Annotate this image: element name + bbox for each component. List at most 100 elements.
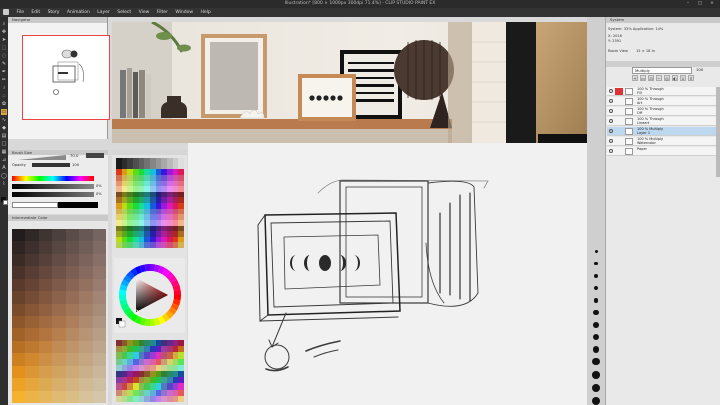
airbrush-tool-icon[interactable]: ∴: [1, 93, 7, 99]
color-swatch[interactable]: [25, 278, 39, 292]
sub-color-bar[interactable]: [58, 202, 98, 208]
system-tab[interactable]: System: [606, 17, 720, 23]
color-swatch[interactable]: [92, 278, 106, 292]
eye-icon[interactable]: [609, 139, 613, 143]
color-swatch[interactable]: [178, 242, 184, 248]
color-swatch[interactable]: [52, 229, 66, 242]
clip-icon[interactable]: ⌐: [656, 75, 662, 81]
color-swatch[interactable]: [38, 291, 53, 304]
layer-row[interactable]: 100 % Through Fill: [607, 87, 720, 96]
color-swatch[interactable]: [25, 291, 39, 304]
color-swatch[interactable]: [79, 353, 93, 366]
color-swatch[interactable]: [12, 365, 26, 379]
brush-size-preset[interactable]: [591, 397, 601, 405]
green-slider[interactable]: [12, 192, 94, 197]
eye-icon[interactable]: [609, 89, 613, 93]
brush-size-preset[interactable]: [594, 262, 598, 266]
menu-view[interactable]: View: [139, 8, 150, 17]
color-swatch[interactable]: [12, 266, 26, 279]
brush-tool-icon[interactable]: ≀: [1, 85, 7, 91]
pen-tool-icon[interactable]: ✒: [1, 69, 7, 75]
opacity-slider[interactable]: [32, 163, 70, 167]
minimize-icon[interactable]: –: [682, 0, 694, 8]
color-swatch[interactable]: [12, 303, 26, 316]
menu-filter[interactable]: Filter: [157, 8, 168, 17]
brush-size-preset[interactable]: [593, 298, 599, 303]
color-swatch[interactable]: [178, 395, 184, 402]
color-swatch[interactable]: [79, 390, 93, 403]
color-swatch[interactable]: [92, 229, 106, 242]
brush-size-preset[interactable]: [593, 322, 599, 328]
color-swatch[interactable]: [79, 229, 93, 242]
color-swatch[interactable]: [25, 378, 39, 391]
color-swatch[interactable]: [79, 266, 93, 279]
color-swatch[interactable]: [65, 278, 80, 292]
color-swatch[interactable]: [65, 229, 80, 242]
color-swatch[interactable]: [38, 365, 53, 379]
selection-tool-icon[interactable]: ⬚: [1, 45, 7, 51]
color-swatch[interactable]: [52, 278, 66, 292]
eye-icon[interactable]: [609, 129, 613, 133]
color-swatch[interactable]: [79, 303, 93, 316]
color-swatch[interactable]: [25, 316, 39, 329]
color-swatch[interactable]: [65, 241, 80, 254]
color-swatch[interactable]: [12, 378, 26, 391]
eye-icon[interactable]: [609, 99, 613, 103]
brush-size-preset[interactable]: [594, 274, 598, 278]
brush-size-slider[interactable]: [18, 155, 66, 160]
color-swatch[interactable]: [65, 291, 80, 304]
merge-icon[interactable]: ⇓: [680, 75, 686, 81]
color-swatch[interactable]: [25, 390, 39, 403]
delete-layer-icon[interactable]: ×: [688, 75, 694, 81]
maximize-icon[interactable]: □: [694, 0, 706, 8]
layer-opacity-value[interactable]: 100: [696, 67, 703, 72]
color-swatch[interactable]: [65, 390, 80, 403]
figure-tool-icon[interactable]: □: [1, 141, 7, 147]
navigator-preview[interactable]: [22, 35, 110, 120]
ruler-tool-icon[interactable]: ⊿: [1, 157, 7, 163]
palette-tabs[interactable]: [112, 150, 187, 155]
color-swatch[interactable]: [79, 378, 93, 391]
navigator-tab[interactable]: Navigator: [8, 17, 107, 23]
color-swatch[interactable]: [79, 241, 93, 254]
layer-row[interactable]: 100 % Through Art: [607, 97, 720, 106]
color-swatch[interactable]: [25, 353, 39, 366]
color-swatch[interactable]: [12, 353, 26, 366]
layer-row[interactable]: 100 % Through Off: [607, 107, 720, 116]
color-swatch[interactable]: [79, 365, 93, 379]
color-swatch[interactable]: [38, 340, 53, 354]
eye-icon[interactable]: [609, 109, 613, 113]
color-swatch[interactable]: [12, 253, 26, 267]
brush-size-preset[interactable]: [592, 346, 600, 353]
color-swatch[interactable]: [92, 365, 106, 379]
mask-icon[interactable]: ◐: [672, 75, 678, 81]
color-swatch[interactable]: [92, 266, 106, 279]
color-swatch[interactable]: [12, 229, 26, 242]
color-swatch[interactable]: [25, 340, 39, 354]
brush-size-preset[interactable]: [592, 358, 600, 366]
color-swatch[interactable]: [79, 328, 93, 341]
brush-size-preset[interactable]: [594, 250, 598, 253]
color-wheel[interactable]: [114, 258, 185, 333]
blend-tool-icon[interactable]: ∿: [1, 117, 7, 123]
menu-window[interactable]: Window: [175, 8, 193, 17]
color-swatch[interactable]: [52, 266, 66, 279]
color-swatch[interactable]: [38, 303, 53, 316]
brush-size-value[interactable]: 70.0: [70, 153, 78, 158]
move-tool-icon[interactable]: ✥: [1, 29, 7, 35]
menu-animation[interactable]: Animation: [67, 8, 90, 17]
color-swatch[interactable]: [38, 229, 53, 242]
color-swatch[interactable]: [25, 328, 39, 341]
color-swatch[interactable]: [79, 291, 93, 304]
drawing-canvas[interactable]: [188, 143, 591, 405]
color-swatch[interactable]: [38, 278, 53, 292]
correct-line-tool-icon[interactable]: ⌇: [1, 181, 7, 187]
color-swatch[interactable]: [52, 365, 66, 379]
layer-row[interactable]: 100 % Multiply Layer 1: [607, 127, 720, 136]
color-swatch[interactable]: [12, 291, 26, 304]
color-swatch[interactable]: [52, 291, 66, 304]
eraser-tool-icon[interactable]: ▭: [1, 109, 7, 115]
color-swatch[interactable]: [92, 303, 106, 316]
color-swatch[interactable]: [92, 241, 106, 254]
zoom-tool-icon[interactable]: ⌕: [1, 21, 7, 27]
